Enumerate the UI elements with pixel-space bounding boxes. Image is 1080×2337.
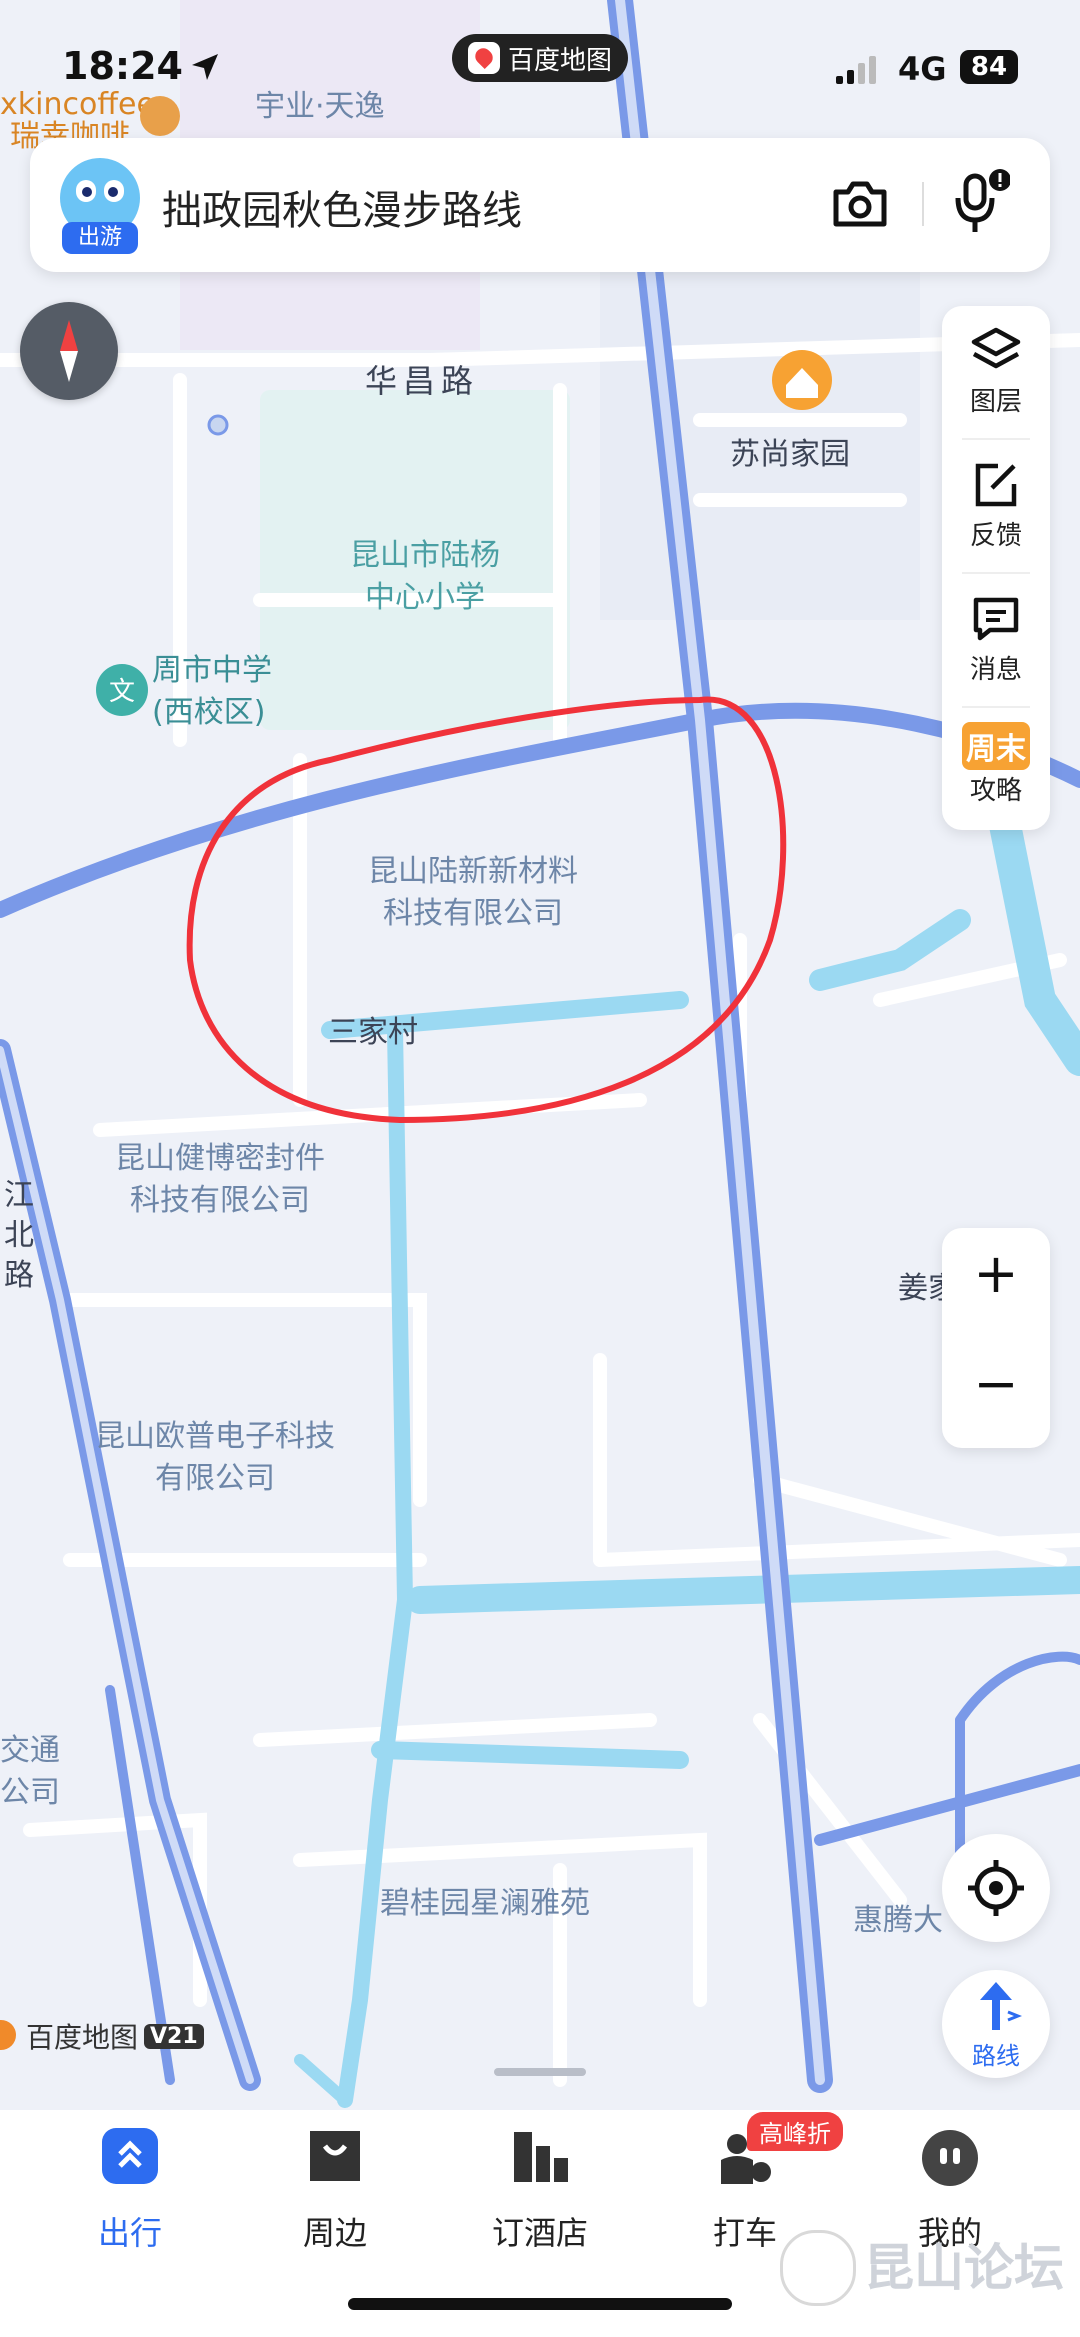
stop-marker xyxy=(207,414,229,436)
poi-label-school[interactable]: 昆山市陆杨 中心小学 xyxy=(350,535,500,619)
map-label-yuye[interactable]: 宇业·天逸 xyxy=(255,86,385,128)
status-time: 18:24 xyxy=(62,44,183,88)
search-query[interactable]: 拙政园秋色漫步路线 xyxy=(162,178,522,236)
baidu-map-app-icon xyxy=(468,42,500,74)
poi-label-sanjia[interactable]: 三家村 xyxy=(328,1012,418,1054)
side-item-label: 反馈 xyxy=(969,521,1022,551)
layers-icon xyxy=(971,327,1021,369)
brand-name: 百度地图 xyxy=(26,2021,139,2054)
nav-item-hotel[interactable]: 订酒店 xyxy=(460,2128,620,2252)
travel-icon xyxy=(102,2128,158,2184)
forum-watermark: 昆山论坛 xyxy=(864,2239,1064,2297)
message-icon xyxy=(973,597,1019,641)
side-divider xyxy=(962,438,1030,440)
side-panel: 图层 反馈 消息 周末 攻略 xyxy=(942,306,1050,830)
microphone-icon[interactable] xyxy=(950,168,1010,238)
version-badge: V21 xyxy=(144,2023,204,2049)
poi-label-huiteng[interactable]: 惠腾大 xyxy=(853,1900,943,1942)
coffee-poi-icon[interactable] xyxy=(140,96,180,136)
poi-label-jiaotong[interactable]: 交通 公司 xyxy=(0,1730,60,1814)
road-label-huachang: 华昌路 xyxy=(365,362,480,400)
battery-indicator: 84 xyxy=(960,50,1018,84)
road-label-north: 江 北 路 xyxy=(4,1178,34,1293)
locate-icon xyxy=(968,1860,1024,1916)
forum-logo-icon xyxy=(780,2230,856,2306)
zoom-in-button[interactable]: + xyxy=(942,1242,1050,1305)
nearby-icon xyxy=(310,2131,360,2181)
hotel-icon xyxy=(514,2132,568,2182)
brand-pin-icon xyxy=(0,2020,16,2050)
locate-button[interactable] xyxy=(942,1834,1050,1942)
side-item-layers[interactable]: 图层 xyxy=(942,326,1050,418)
svg-text:文: 文 xyxy=(109,677,135,707)
search-bar[interactable]: 出游 拙政园秋色漫步路线 xyxy=(30,138,1050,272)
poi-label-sushang[interactable]: 苏尚家园 xyxy=(730,434,850,476)
school-poi-marker: 文 xyxy=(96,664,148,716)
poi-label-zhoushi[interactable]: 周市中学 (西校区) xyxy=(152,650,272,734)
side-item-label: 消息 xyxy=(969,655,1022,685)
weekend-icon: 周末 xyxy=(962,722,1030,770)
nav-item-taxi[interactable]: 高峰折 打车 xyxy=(665,2112,843,2252)
zoom-out-button[interactable]: − xyxy=(942,1352,1050,1415)
route-label: 路线 xyxy=(972,2042,1020,2070)
side-item-guide[interactable]: 周末 攻略 xyxy=(942,722,1050,807)
nav-item-nearby[interactable]: 周边 xyxy=(255,2128,415,2252)
profile-icon xyxy=(922,2130,978,2186)
search-divider xyxy=(922,182,924,226)
route-arrow-icon xyxy=(980,1982,1022,2030)
avatar-badge: 出游 xyxy=(62,222,138,254)
nav-label: 订酒店 xyxy=(491,2214,588,2252)
camera-icon[interactable] xyxy=(830,176,890,232)
nav-label: 周边 xyxy=(302,2214,367,2252)
network-type: 4G xyxy=(898,50,947,88)
app-indicator-pill[interactable]: 百度地图 xyxy=(452,34,628,82)
side-item-messages[interactable]: 消息 xyxy=(942,594,1050,686)
route-button[interactable]: 路线 xyxy=(942,1970,1050,2078)
signal-icon xyxy=(836,56,876,84)
home-indicator[interactable] xyxy=(348,2298,732,2310)
side-item-feedback[interactable]: 反馈 xyxy=(942,460,1050,552)
poi-label-jianbo[interactable]: 昆山健博密封件 科技有限公司 xyxy=(115,1138,325,1222)
poi-label-bigui[interactable]: 碧桂园星澜雅苑 xyxy=(380,1883,590,1925)
nav-label: 出行 xyxy=(97,2214,162,2252)
taxi-promo-badge: 高峰折 xyxy=(747,2112,843,2151)
zoom-controls: + − xyxy=(942,1228,1050,1448)
poi-label-oupu[interactable]: 昆山欧普电子科技 有限公司 xyxy=(95,1416,335,1500)
compass-button[interactable] xyxy=(20,302,118,400)
app-indicator-label: 百度地图 xyxy=(508,45,613,76)
side-item-label: 攻略 xyxy=(969,776,1022,806)
drag-handle[interactable] xyxy=(494,2068,586,2076)
poi-label-lusin[interactable]: 昆山陆新新材料 科技有限公司 xyxy=(368,851,578,935)
side-divider xyxy=(962,706,1030,708)
nav-item-travel[interactable]: 出行 xyxy=(50,2128,210,2252)
location-arrow-icon xyxy=(192,54,218,80)
side-item-label: 图层 xyxy=(969,387,1022,417)
home-poi-marker xyxy=(772,350,832,410)
feedback-icon xyxy=(975,463,1017,507)
compass-icon xyxy=(60,320,78,382)
side-divider xyxy=(962,572,1030,574)
map-brand: 百度地图 V21 xyxy=(0,2016,204,2056)
